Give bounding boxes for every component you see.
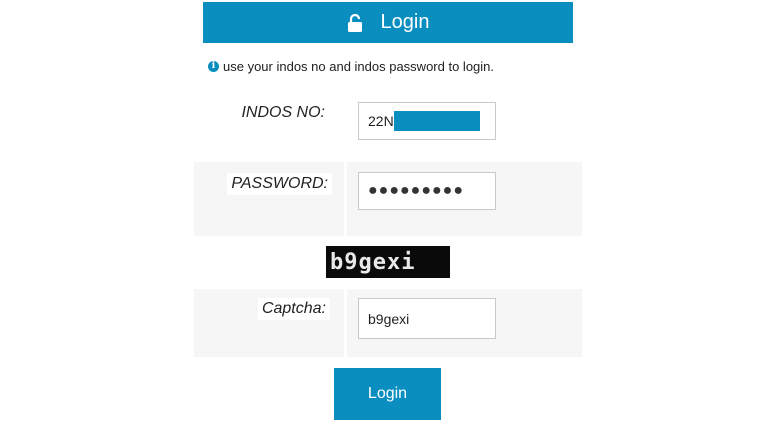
password-row: PASSWORD: ●●●●●●●●●: [194, 162, 582, 236]
indos-value: 22N: [368, 113, 394, 129]
indos-row: INDOS NO: 22N: [194, 92, 582, 152]
info-message: i use your indos no and indos password t…: [208, 59, 494, 74]
indos-value-cell: 22N: [347, 92, 582, 152]
password-label: PASSWORD:: [227, 173, 332, 195]
info-text: use your indos no and indos password to …: [223, 59, 495, 74]
captcha-label-cell: Captcha:: [194, 289, 344, 357]
password-mask: ●●●●●●●●●: [368, 182, 464, 199]
login-button[interactable]: Login: [334, 368, 441, 420]
login-header: Login: [203, 2, 573, 43]
captcha-image: b9gexi: [326, 246, 450, 278]
indos-input[interactable]: 22N: [358, 102, 496, 140]
captcha-value: b9gexi: [368, 310, 410, 327]
captcha-input[interactable]: b9gexi: [358, 298, 496, 339]
indos-label-cell: INDOS NO:: [194, 92, 344, 152]
indos-label: INDOS NO:: [241, 104, 325, 121]
info-icon: i: [208, 61, 219, 72]
header-title: Login: [380, 11, 430, 33]
password-label-cell: PASSWORD:: [194, 162, 344, 236]
password-value-cell: ●●●●●●●●●: [347, 162, 582, 236]
redacted-block: [393, 111, 480, 131]
captcha-image-text: b9gexi: [330, 249, 416, 275]
captcha-value-cell: b9gexi: [347, 289, 582, 357]
captcha-row: Captcha: b9gexi: [194, 289, 582, 357]
unlock-icon: [347, 13, 363, 32]
captcha-label: Captcha:: [257, 298, 330, 320]
password-input[interactable]: ●●●●●●●●●: [358, 172, 496, 210]
